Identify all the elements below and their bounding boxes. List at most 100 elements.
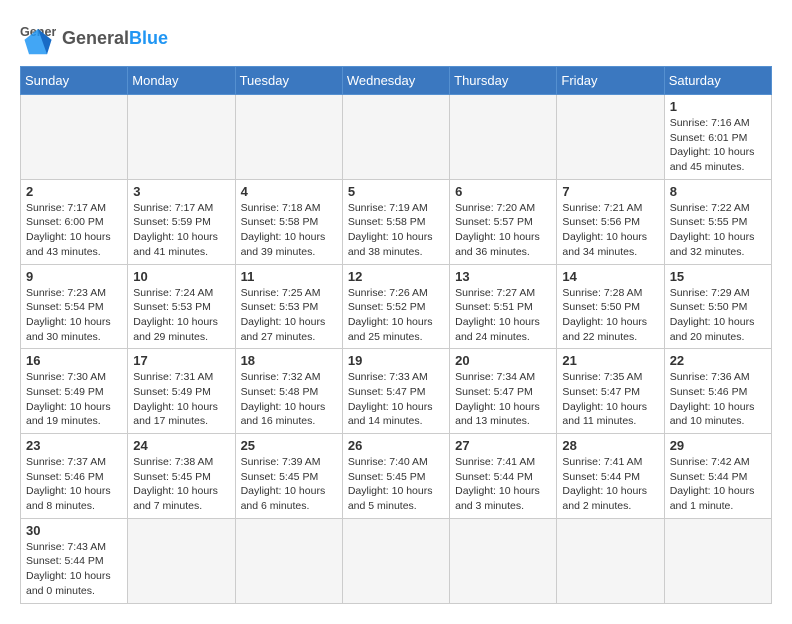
day-info: Sunrise: 7:16 AM Sunset: 6:01 PM Dayligh… (670, 116, 766, 175)
calendar-cell: 7Sunrise: 7:21 AM Sunset: 5:56 PM Daylig… (557, 179, 664, 264)
calendar-cell: 24 Sunrise: 7:38 AM Sunset: 5:45 PM Dayli… (128, 434, 235, 519)
weekday-header-wednesday: Wednesday (342, 67, 449, 95)
calendar-week-2: 2 Sunrise: 7:17 AM Sunset: 6:00 PM Daylig… (21, 179, 772, 264)
logo-icon: General (20, 20, 56, 56)
day-info: Sunrise: 7:19 AM Sunset: 5:58 PM Dayligh… (348, 201, 444, 260)
day-number: 25 (241, 438, 337, 453)
weekday-header-saturday: Saturday (664, 67, 771, 95)
calendar-cell: 11Sunrise: 7:25 AM Sunset: 5:53 PM Dayli… (235, 264, 342, 349)
calendar-week-5: 23 Sunrise: 7:37 AM Sunset: 5:46 PM Dayli… (21, 434, 772, 519)
day-number: 20 (455, 353, 551, 368)
calendar-cell: 16 Sunrise: 7:30 AM Sunset: 5:49 PM Dayli… (21, 349, 128, 434)
day-info: Sunrise: 7:32 AM Sunset: 5:48 PM Dayligh… (241, 370, 337, 429)
day-info: Sunrise: 7:30 AM Sunset: 5:49 PM Dayligh… (26, 370, 122, 429)
calendar-cell: 5Sunrise: 7:19 AM Sunset: 5:58 PM Daylig… (342, 179, 449, 264)
calendar-cell: 10Sunrise: 7:24 AM Sunset: 5:53 PM Dayli… (128, 264, 235, 349)
calendar-cell: 27Sunrise: 7:41 AM Sunset: 5:44 PM Dayli… (450, 434, 557, 519)
day-number: 11 (241, 269, 337, 284)
day-number: 14 (562, 269, 658, 284)
calendar-cell (128, 95, 235, 180)
day-info: Sunrise: 7:21 AM Sunset: 5:56 PM Dayligh… (562, 201, 658, 260)
calendar-cell: 30 Sunrise: 7:43 AM Sunset: 5:44 PM Dayli… (21, 518, 128, 603)
day-number: 28 (562, 438, 658, 453)
day-info: Sunrise: 7:33 AM Sunset: 5:47 PM Dayligh… (348, 370, 444, 429)
day-number: 8 (670, 184, 766, 199)
calendar-cell (235, 95, 342, 180)
day-info: Sunrise: 7:17 AM Sunset: 5:59 PM Dayligh… (133, 201, 229, 260)
calendar-cell: 19 Sunrise: 7:33 AM Sunset: 5:47 PM Dayli… (342, 349, 449, 434)
day-info: Sunrise: 7:40 AM Sunset: 5:45 PM Dayligh… (348, 455, 444, 514)
logo-blue: Blue (129, 28, 168, 48)
calendar-cell: 25 Sunrise: 7:39 AM Sunset: 5:45 PM Dayli… (235, 434, 342, 519)
day-number: 13 (455, 269, 551, 284)
day-number: 15 (670, 269, 766, 284)
calendar-cell: 2 Sunrise: 7:17 AM Sunset: 6:00 PM Daylig… (21, 179, 128, 264)
calendar-cell (21, 95, 128, 180)
day-info: Sunrise: 7:17 AM Sunset: 6:00 PM Dayligh… (26, 201, 122, 260)
day-number: 3 (133, 184, 229, 199)
day-info: Sunrise: 7:22 AM Sunset: 5:55 PM Dayligh… (670, 201, 766, 260)
calendar-cell (664, 518, 771, 603)
calendar-cell: 13 Sunrise: 7:27 AM Sunset: 5:51 PM Dayli… (450, 264, 557, 349)
page-header: General GeneralBlue (20, 20, 772, 56)
calendar-cell (342, 95, 449, 180)
calendar-week-4: 16 Sunrise: 7:30 AM Sunset: 5:49 PM Dayli… (21, 349, 772, 434)
calendar-cell (235, 518, 342, 603)
calendar-cell: 23 Sunrise: 7:37 AM Sunset: 5:46 PM Dayli… (21, 434, 128, 519)
day-info: Sunrise: 7:27 AM Sunset: 5:51 PM Dayligh… (455, 286, 551, 345)
day-number: 21 (562, 353, 658, 368)
calendar-cell: 15 Sunrise: 7:29 AM Sunset: 5:50 PM Dayli… (664, 264, 771, 349)
day-info: Sunrise: 7:31 AM Sunset: 5:49 PM Dayligh… (133, 370, 229, 429)
day-number: 17 (133, 353, 229, 368)
day-info: Sunrise: 7:29 AM Sunset: 5:50 PM Dayligh… (670, 286, 766, 345)
day-info: Sunrise: 7:24 AM Sunset: 5:53 PM Dayligh… (133, 286, 229, 345)
day-info: Sunrise: 7:43 AM Sunset: 5:44 PM Dayligh… (26, 540, 122, 599)
day-number: 29 (670, 438, 766, 453)
day-info: Sunrise: 7:34 AM Sunset: 5:47 PM Dayligh… (455, 370, 551, 429)
day-number: 30 (26, 523, 122, 538)
calendar-cell: 4 Sunrise: 7:18 AM Sunset: 5:58 PM Daylig… (235, 179, 342, 264)
day-info: Sunrise: 7:36 AM Sunset: 5:46 PM Dayligh… (670, 370, 766, 429)
calendar-header: SundayMondayTuesdayWednesdayThursdayFrid… (21, 67, 772, 95)
day-number: 9 (26, 269, 122, 284)
calendar-cell: 28 Sunrise: 7:41 AM Sunset: 5:44 PM Dayli… (557, 434, 664, 519)
day-info: Sunrise: 7:18 AM Sunset: 5:58 PM Dayligh… (241, 201, 337, 260)
day-number: 12 (348, 269, 444, 284)
calendar-cell: 20 Sunrise: 7:34 AM Sunset: 5:47 PM Dayli… (450, 349, 557, 434)
day-info: Sunrise: 7:39 AM Sunset: 5:45 PM Dayligh… (241, 455, 337, 514)
calendar-cell: 26 Sunrise: 7:40 AM Sunset: 5:45 PM Dayli… (342, 434, 449, 519)
day-number: 26 (348, 438, 444, 453)
calendar-cell (128, 518, 235, 603)
logo: General GeneralBlue (20, 20, 168, 56)
logo-general: General (62, 28, 129, 48)
day-number: 24 (133, 438, 229, 453)
day-info: Sunrise: 7:35 AM Sunset: 5:47 PM Dayligh… (562, 370, 658, 429)
day-number: 2 (26, 184, 122, 199)
day-number: 16 (26, 353, 122, 368)
calendar-cell (342, 518, 449, 603)
calendar-cell (450, 95, 557, 180)
day-number: 23 (26, 438, 122, 453)
calendar-cell: 29Sunrise: 7:42 AM Sunset: 5:44 PM Dayli… (664, 434, 771, 519)
calendar-cell: 17 Sunrise: 7:31 AM Sunset: 5:49 PM Dayli… (128, 349, 235, 434)
weekday-header-friday: Friday (557, 67, 664, 95)
calendar-cell (557, 95, 664, 180)
day-number: 18 (241, 353, 337, 368)
day-info: Sunrise: 7:38 AM Sunset: 5:45 PM Dayligh… (133, 455, 229, 514)
calendar: SundayMondayTuesdayWednesdayThursdayFrid… (20, 66, 772, 604)
day-info: Sunrise: 7:41 AM Sunset: 5:44 PM Dayligh… (455, 455, 551, 514)
weekday-header-thursday: Thursday (450, 67, 557, 95)
calendar-cell: 6Sunrise: 7:20 AM Sunset: 5:57 PM Daylig… (450, 179, 557, 264)
day-number: 22 (670, 353, 766, 368)
calendar-body: 1Sunrise: 7:16 AM Sunset: 6:01 PM Daylig… (21, 95, 772, 604)
weekday-header-tuesday: Tuesday (235, 67, 342, 95)
day-number: 19 (348, 353, 444, 368)
weekday-row: SundayMondayTuesdayWednesdayThursdayFrid… (21, 67, 772, 95)
calendar-cell: 14Sunrise: 7:28 AM Sunset: 5:50 PM Dayli… (557, 264, 664, 349)
day-info: Sunrise: 7:37 AM Sunset: 5:46 PM Dayligh… (26, 455, 122, 514)
weekday-header-sunday: Sunday (21, 67, 128, 95)
day-info: Sunrise: 7:41 AM Sunset: 5:44 PM Dayligh… (562, 455, 658, 514)
day-number: 4 (241, 184, 337, 199)
weekday-header-monday: Monday (128, 67, 235, 95)
calendar-cell: 22 Sunrise: 7:36 AM Sunset: 5:46 PM Dayli… (664, 349, 771, 434)
